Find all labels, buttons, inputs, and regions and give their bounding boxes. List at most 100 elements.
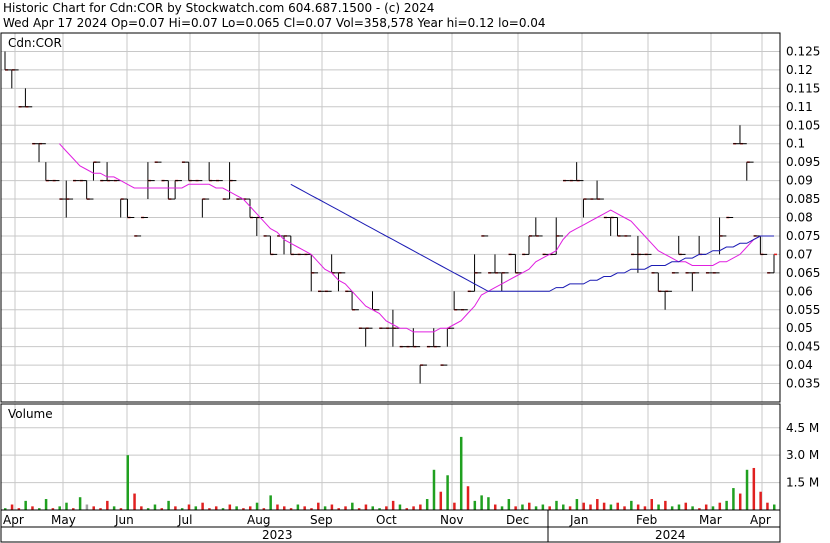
volume-bar <box>480 495 483 510</box>
volume-bar <box>630 500 633 510</box>
price-tick-label: 0.12 <box>786 63 813 77</box>
volume-bar <box>555 500 558 510</box>
price-tick-label: 0.125 <box>786 44 820 58</box>
volume-bar <box>562 504 565 510</box>
volume-bar <box>112 506 116 510</box>
quote-summary: Wed Apr 17 2024 Op=0.07 Hi=0.07 Lo=0.065… <box>3 16 546 30</box>
volume-bar <box>589 504 592 510</box>
volume-bar <box>201 502 204 510</box>
price-tick-label: 0.06 <box>786 284 813 298</box>
volume-bar <box>623 506 626 510</box>
volume-bar <box>65 502 68 510</box>
volume-bar <box>439 491 443 510</box>
price-tick-label: 0.09 <box>786 174 813 188</box>
volume-bar <box>10 504 14 510</box>
volume-bar <box>412 506 415 510</box>
volume-bar <box>643 506 647 510</box>
volume-bar <box>140 506 143 510</box>
volume-bar <box>364 504 368 510</box>
volume-bar <box>255 502 259 510</box>
month-tick-label: Mar <box>699 513 722 527</box>
volume-bar <box>126 455 129 510</box>
volume-tick-label: 3.0 M <box>786 448 819 462</box>
volume-label: Volume <box>8 407 53 421</box>
volume-bar <box>500 506 504 510</box>
volume-bar <box>528 502 531 510</box>
price-tick-label: 0.065 <box>786 266 820 280</box>
month-tick-label: Apr <box>3 513 24 527</box>
volume-bar <box>391 500 395 510</box>
volume-bar <box>575 499 579 510</box>
volume-bar <box>718 502 722 510</box>
year-tick-label: 2023 <box>262 528 293 542</box>
volume-bar <box>568 506 572 510</box>
price-tick-label: 0.045 <box>786 340 820 354</box>
price-axis-labels: 0.125 0.12 0.115 0.11 0.105 0.1 0.095 0.09 0.085… <box>786 44 820 390</box>
moving-average-line <box>290 183 774 292</box>
volume-bar <box>766 502 769 510</box>
volume-bar <box>582 502 585 510</box>
price-tick-label: 0.075 <box>786 229 820 243</box>
volume-bar <box>473 500 477 510</box>
volume-bar <box>85 504 89 510</box>
month-tick-label: Oct <box>376 513 397 527</box>
volume-bar <box>214 506 218 510</box>
volume-bar <box>296 504 300 510</box>
volume-bar <box>432 469 436 510</box>
volume-bar <box>664 500 667 510</box>
volume-bar <box>174 506 177 510</box>
price-tick-label: 0.11 <box>786 100 813 114</box>
symbol-label: Cdn:COR <box>8 36 62 50</box>
volume-bar <box>351 502 354 510</box>
volume-bar <box>317 502 320 510</box>
volume-bar <box>493 504 497 510</box>
volume-bar <box>670 506 674 510</box>
price-tick-label: 0.07 <box>786 247 813 261</box>
volume-bar <box>616 502 619 510</box>
volume-bar <box>602 502 606 510</box>
volume-bar <box>133 493 136 510</box>
moving-average-line <box>59 143 774 333</box>
month-tick-label: Apr <box>750 513 771 527</box>
volume-bar <box>704 504 708 510</box>
volume-bar <box>419 504 422 510</box>
chart-header: Historic Chart for Cdn:COR by Stockwatch… <box>3 1 546 30</box>
volume-bar <box>738 493 742 510</box>
volume-bar <box>44 499 48 510</box>
volume-bar <box>596 499 599 510</box>
volume-bar <box>78 497 82 510</box>
volume-bar <box>283 506 286 510</box>
price-tick-label: 0.095 <box>786 155 820 169</box>
volume-bar <box>446 475 449 510</box>
price-tick-label: 0.115 <box>786 81 820 95</box>
month-tick-label: Sep <box>310 513 333 527</box>
volume-bar <box>323 506 327 510</box>
month-tick-label: Jul <box>177 513 192 527</box>
month-tick-label: Jun <box>114 513 134 527</box>
volume-bar <box>398 504 402 510</box>
volume-bar <box>752 467 756 510</box>
volume-bar <box>248 506 252 510</box>
volume-bar <box>167 500 170 510</box>
volume-axis-labels: 4.5 M 3.0 M 1.5 M <box>786 421 819 490</box>
volume-bar <box>453 502 456 510</box>
price-tick-label: 0.055 <box>786 303 820 317</box>
volume-bar <box>732 488 735 510</box>
volume-bar <box>330 504 334 510</box>
volume-tick-label: 1.5 M <box>786 476 819 490</box>
month-tick-label: Jan <box>569 513 589 527</box>
volume-bar <box>534 506 538 510</box>
volume-bar <box>459 436 463 510</box>
volume-bar <box>58 506 61 510</box>
volume-bar <box>106 500 109 510</box>
year-tick-label: 2024 <box>655 528 686 542</box>
volume-bar <box>344 506 347 510</box>
volume-bar <box>684 502 688 510</box>
volume-bar <box>228 504 232 510</box>
volume-bar <box>425 499 429 510</box>
volume-bar <box>385 506 388 510</box>
volume-bar <box>466 486 470 510</box>
volume-bar <box>745 469 749 510</box>
moving-average-lines <box>59 143 774 333</box>
volume-bar <box>31 506 34 510</box>
